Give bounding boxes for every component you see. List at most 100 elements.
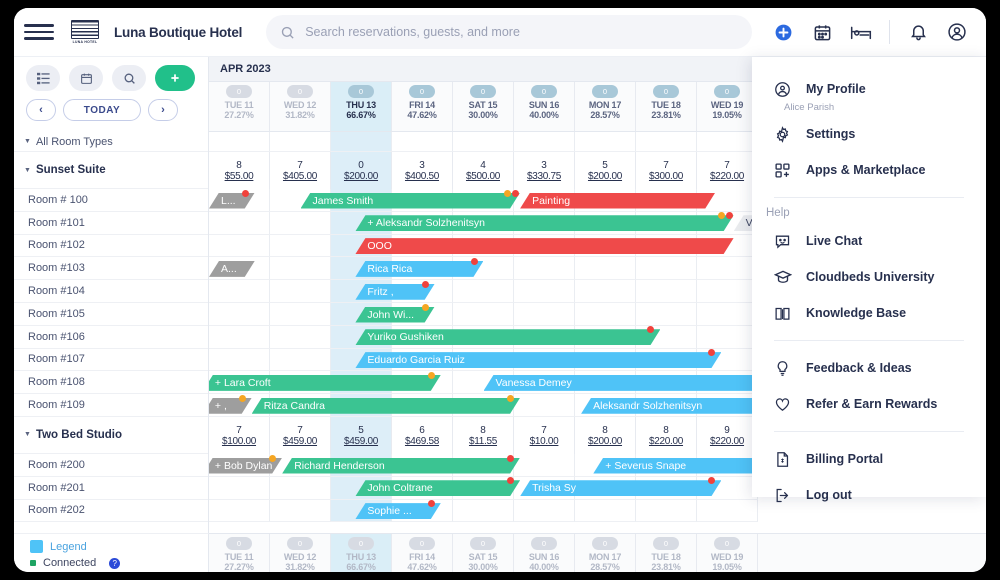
all-room-types-row[interactable]: ▼ All Room Types [14, 132, 208, 152]
reservation-bar[interactable]: Painting [520, 193, 715, 209]
grid-cell[interactable] [270, 348, 331, 372]
menu-item-refer-earn-rewards[interactable]: Refer & Earn Rewards [752, 386, 986, 422]
grid-cell[interactable] [575, 303, 636, 326]
grid-cell[interactable] [514, 394, 575, 417]
grid-cell[interactable] [392, 132, 453, 152]
grid-cell[interactable] [636, 280, 697, 303]
grid-cell[interactable] [209, 348, 270, 372]
add-icon[interactable] [772, 21, 794, 43]
calendar-view-button[interactable] [69, 65, 103, 91]
grid-cell[interactable] [209, 499, 270, 523]
grid-cell[interactable] [575, 132, 636, 152]
reservation-bar[interactable]: OOO [355, 238, 733, 254]
rate-cell[interactable]: 8 $200.00 [575, 417, 636, 454]
room-row-label[interactable]: Room #101 [14, 212, 208, 235]
rate-cell[interactable]: 3 $400.50 [392, 152, 453, 189]
grid-cell[interactable] [270, 499, 331, 523]
grid-cell[interactable] [575, 257, 636, 281]
rate-cell[interactable]: 5 $200.00 [575, 152, 636, 189]
rate-cell[interactable]: 7 $100.00 [209, 417, 270, 454]
grid-cell[interactable] [270, 132, 331, 152]
rate-cell[interactable]: 7 $405.00 [270, 152, 331, 189]
calendar-icon[interactable] [811, 21, 833, 43]
grid-cell[interactable] [514, 132, 575, 152]
date-column-wed-12[interactable]: 0 WED 12 31.82% [270, 534, 331, 572]
grid-cell[interactable] [697, 499, 758, 523]
help-badge-icon[interactable]: ? [109, 557, 121, 569]
grid-cell[interactable] [209, 476, 270, 500]
room-row-label[interactable]: Room #202 [14, 500, 208, 523]
date-column-sat-15[interactable]: 0 SAT 15 30.00% [453, 534, 514, 572]
reservation-bar[interactable]: Rica Rica [355, 261, 483, 277]
grid-cell[interactable] [514, 257, 575, 281]
grid-cell[interactable] [270, 303, 331, 326]
grid-cell[interactable] [636, 132, 697, 152]
grid-cell[interactable] [209, 325, 270, 349]
room-row-label[interactable]: Room #107 [14, 349, 208, 372]
next-button[interactable]: › [148, 99, 178, 121]
reservation-bar[interactable]: + Aleksandr Solzhenitsyn [355, 215, 733, 231]
grid-cell[interactable] [575, 499, 636, 523]
grid-cell[interactable] [209, 280, 270, 303]
room-row-label[interactable]: Room #201 [14, 477, 208, 500]
date-column-fri-14[interactable]: 0 FRI 14 47.62% [392, 82, 453, 131]
rate-cell[interactable]: 5 $459.00 [331, 417, 392, 454]
grid-cell[interactable] [636, 499, 697, 523]
room-row-label[interactable]: Room #106 [14, 326, 208, 349]
date-column-sun-16[interactable]: 0 SUN 16 40.00% [514, 82, 575, 131]
date-column-wed-12[interactable]: 0 WED 12 31.82% [270, 82, 331, 131]
room-row-label[interactable]: Room #104 [14, 280, 208, 303]
grid-cell[interactable] [453, 303, 514, 326]
grid-cell[interactable] [697, 325, 758, 349]
menu-item-feedback-ideas[interactable]: Feedback & Ideas [752, 350, 986, 386]
reservation-bar[interactable]: Trisha Sy [520, 480, 721, 496]
menu-item-settings[interactable]: Settings [752, 116, 986, 152]
room-row-label[interactable]: Room #108 [14, 371, 208, 395]
room-row-label[interactable]: Room #109 [14, 394, 208, 417]
grid-cell[interactable] [636, 257, 697, 281]
rate-cell[interactable]: 3 $330.75 [514, 152, 575, 189]
reservation-bar[interactable]: Richard Henderson [282, 458, 520, 474]
reservation-bar[interactable]: + Lara Croft [209, 375, 441, 391]
reservation-bar[interactable]: Yuriko Gushiken [355, 329, 660, 345]
rate-cell[interactable]: 7 $300.00 [636, 152, 697, 189]
grid-cell[interactable] [514, 303, 575, 326]
date-column-mon-17[interactable]: 0 MON 17 28.57% [575, 534, 636, 572]
date-column-wed-19[interactable]: 0 WED 19 19.05% [697, 534, 758, 572]
bell-icon[interactable] [907, 21, 929, 43]
grid-cell[interactable] [209, 234, 270, 258]
rate-cell[interactable]: 4 $500.00 [453, 152, 514, 189]
menu-item-log-out[interactable]: Log out [752, 477, 986, 513]
grid-cell[interactable] [270, 280, 331, 303]
grid-cell[interactable] [697, 132, 758, 152]
menu-item-apps-marketplace[interactable]: Apps & Marketplace [752, 152, 986, 188]
date-column-mon-17[interactable]: 0 MON 17 28.57% [575, 82, 636, 131]
grid-cell[interactable] [270, 234, 331, 258]
rate-cell[interactable]: 8 $220.00 [636, 417, 697, 454]
room-row-label[interactable]: Room #103 [14, 257, 208, 281]
rate-cell[interactable]: 9 $220.00 [697, 417, 758, 454]
legend-row[interactable]: Legend [30, 540, 208, 553]
date-column-thu-13[interactable]: 0 THU 13 66.67% [331, 82, 392, 131]
reservation-bar[interactable]: Ritza Candra [252, 398, 520, 414]
room-row-label[interactable]: Room #200 [14, 454, 208, 477]
date-column-sun-16[interactable]: 0 SUN 16 40.00% [514, 534, 575, 572]
reservation-bar[interactable]: James Smith [301, 193, 521, 209]
date-column-tue-11[interactable]: 0 TUE 11 27.27% [209, 534, 270, 572]
menu-item-cloudbeds-university[interactable]: Cloudbeds University [752, 259, 986, 295]
menu-item-knowledge-base[interactable]: Knowledge Base [752, 295, 986, 331]
toolbar-search-button[interactable] [112, 65, 146, 91]
rate-cell[interactable]: 7 $459.00 [270, 417, 331, 454]
date-column-fri-14[interactable]: 0 FRI 14 47.62% [392, 534, 453, 572]
grid-cell[interactable] [514, 499, 575, 523]
room-row-label[interactable]: Room # 100 [14, 189, 208, 212]
grid-cell[interactable] [270, 211, 331, 235]
date-column-tue-18[interactable]: 0 TUE 18 23.81% [636, 82, 697, 131]
grid-cell[interactable] [514, 454, 575, 477]
grid-cell[interactable] [697, 303, 758, 326]
menu-item-billing-portal[interactable]: Billing Portal [752, 441, 986, 477]
reservation-bar[interactable]: Eduardo Garcia Ruiz [355, 352, 721, 368]
date-column-sat-15[interactable]: 0 SAT 15 30.00% [453, 82, 514, 131]
account-icon[interactable] [946, 21, 968, 43]
date-column-tue-11[interactable]: 0 TUE 11 27.27% [209, 82, 270, 131]
